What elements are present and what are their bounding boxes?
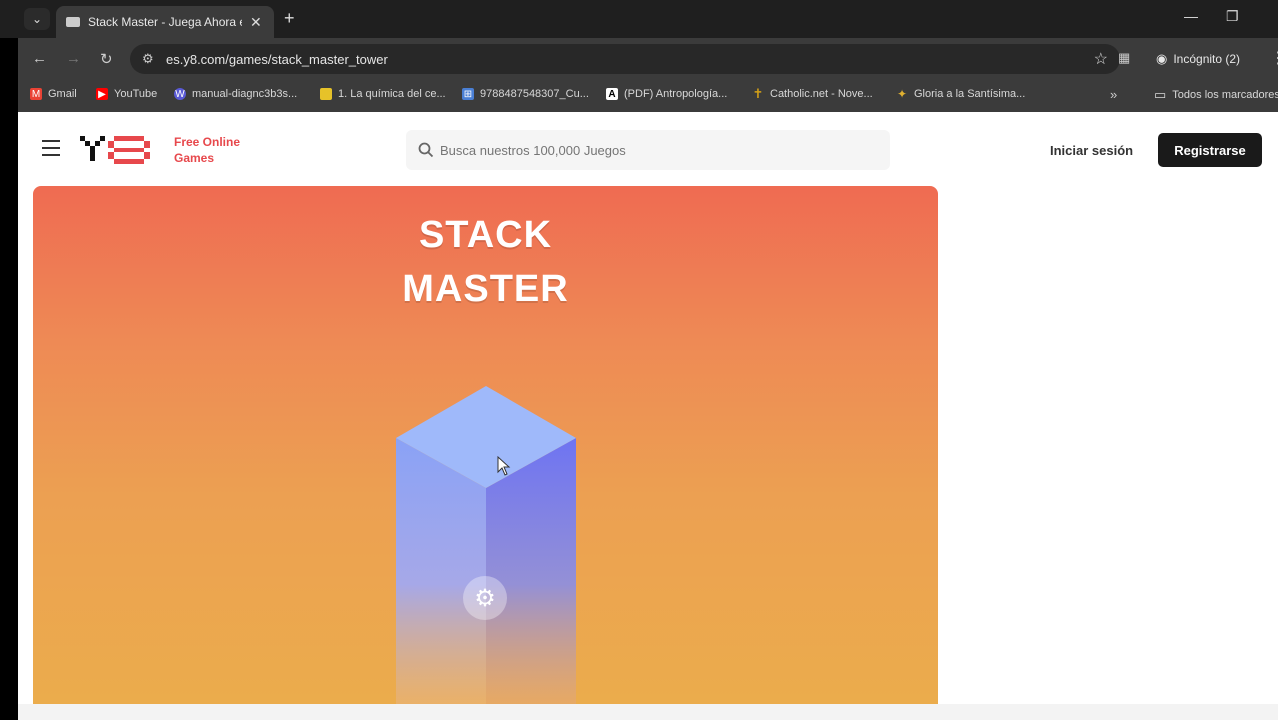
game-search-box[interactable] (406, 130, 890, 170)
bookmark-label: 1. La química del ce... (338, 88, 446, 100)
more-bookmarks-icon[interactable]: » (1110, 87, 1117, 102)
browser-toolbar: ← → ↻ ⚙ es.y8.com/games/stack_master_tow… (18, 38, 1278, 80)
incognito-label: Incógnito (2) (1173, 52, 1241, 66)
bookmark-label: manual-diagnc3b3s... (192, 88, 298, 100)
register-button[interactable]: Registrarse (1158, 133, 1262, 167)
new-tab-button[interactable]: + (284, 8, 295, 29)
tagline-line: Games (174, 151, 215, 165)
bookmark-label: YouTube (114, 88, 158, 100)
tab-search-button[interactable]: ⌄ (24, 8, 50, 30)
youtube-icon: ▶ (96, 88, 108, 100)
bookmark-item[interactable]: M Gmail (30, 88, 77, 100)
tab-title: Stack Master - Juega Ahora en Y8 (88, 15, 242, 29)
site-info-icon[interactable]: ⚙ (142, 51, 154, 67)
bookmark-item[interactable]: ▶ YouTube (96, 88, 157, 100)
bookmark-label: Gmail (48, 88, 77, 100)
tab-close-icon[interactable]: ✕ (250, 14, 262, 31)
all-bookmarks-label: Todos los marcadores (1172, 89, 1278, 101)
reload-icon[interactable]: ↻ (100, 50, 113, 68)
address-bar[interactable]: ⚙ es.y8.com/games/stack_master_tower ☆ (130, 44, 1120, 74)
page-bottom-strip (18, 704, 1278, 720)
browser-menu-icon[interactable]: ⋮ (1270, 48, 1278, 68)
game-canvas[interactable]: STACK MASTER ⚙ (33, 186, 938, 704)
bookmark-label: (PDF) Antropología... (624, 88, 728, 100)
back-arrow-icon[interactable]: ← (32, 50, 47, 67)
tower-block[interactable] (33, 186, 938, 704)
search-icon (418, 142, 434, 158)
page-icon (320, 88, 332, 100)
bookmark-label: Catholic.net - Nove... (770, 88, 873, 100)
bookmarks-bar: M Gmail ▶ YouTube W manual-diagnc3b3s...… (18, 80, 1278, 112)
folder-icon: ▭ (1154, 87, 1167, 102)
leaf-icon: ✦ (896, 87, 908, 101)
incognito-profile-button[interactable]: ◉ Incógnito (2) (1156, 45, 1240, 73)
gmail-icon: M (30, 88, 42, 100)
wordpress-icon: W (174, 88, 186, 100)
bookmark-item[interactable]: A (PDF) Antropología... (606, 88, 727, 100)
bookmark-item[interactable]: 1. La química del ce... (320, 88, 446, 100)
browser-tabstrip: ⌄ Stack Master - Juega Ahora en Y8 ✕ + —… (0, 0, 1278, 38)
bookmark-star-icon[interactable]: ☆ (1094, 49, 1108, 69)
extensions-icon[interactable]: ▦ (1118, 50, 1130, 66)
bookmark-item[interactable]: ⊞ 9788487548307_Cu... (462, 88, 589, 100)
forward-arrow-icon[interactable]: → (66, 50, 81, 67)
site-tagline: Free Online Games (174, 134, 240, 166)
restore-icon[interactable]: ❐ (1226, 8, 1239, 25)
hamburger-menu-icon[interactable] (42, 140, 60, 156)
minimize-icon[interactable]: — (1184, 8, 1198, 24)
academia-icon: A (606, 88, 618, 100)
search-input[interactable] (440, 138, 870, 162)
mouse-cursor-icon (497, 456, 511, 476)
bookmark-item[interactable]: W manual-diagnc3b3s... (174, 88, 297, 100)
incognito-icon: ◉ (1156, 51, 1168, 66)
signin-link[interactable]: Iniciar sesión (1050, 143, 1133, 158)
browser-tab-active[interactable]: Stack Master - Juega Ahora en Y8 ✕ (56, 6, 274, 38)
all-bookmarks-folder[interactable]: ▭ Todos los marcadores (1154, 87, 1278, 103)
address-url[interactable]: es.y8.com/games/stack_master_tower (166, 52, 388, 67)
tagline-line: Free Online (174, 135, 241, 149)
bookmark-label: 9788487548307_Cu... (480, 88, 589, 100)
bookmark-label: Gloria a la Santísima... (914, 88, 1026, 100)
web-page: Free Online Games Iniciar sesión Registr… (18, 112, 1278, 720)
y8-logo[interactable] (80, 134, 156, 166)
bookmark-item[interactable]: ✦ Gloria a la Santísima... (896, 87, 1026, 101)
cross-icon: ✝ (752, 86, 764, 101)
settings-gear-icon[interactable]: ⚙ (463, 576, 507, 620)
tab-favicon-icon (66, 17, 80, 27)
bookmark-item[interactable]: ✝ Catholic.net - Nove... (752, 86, 873, 101)
library-icon: ⊞ (462, 88, 474, 100)
